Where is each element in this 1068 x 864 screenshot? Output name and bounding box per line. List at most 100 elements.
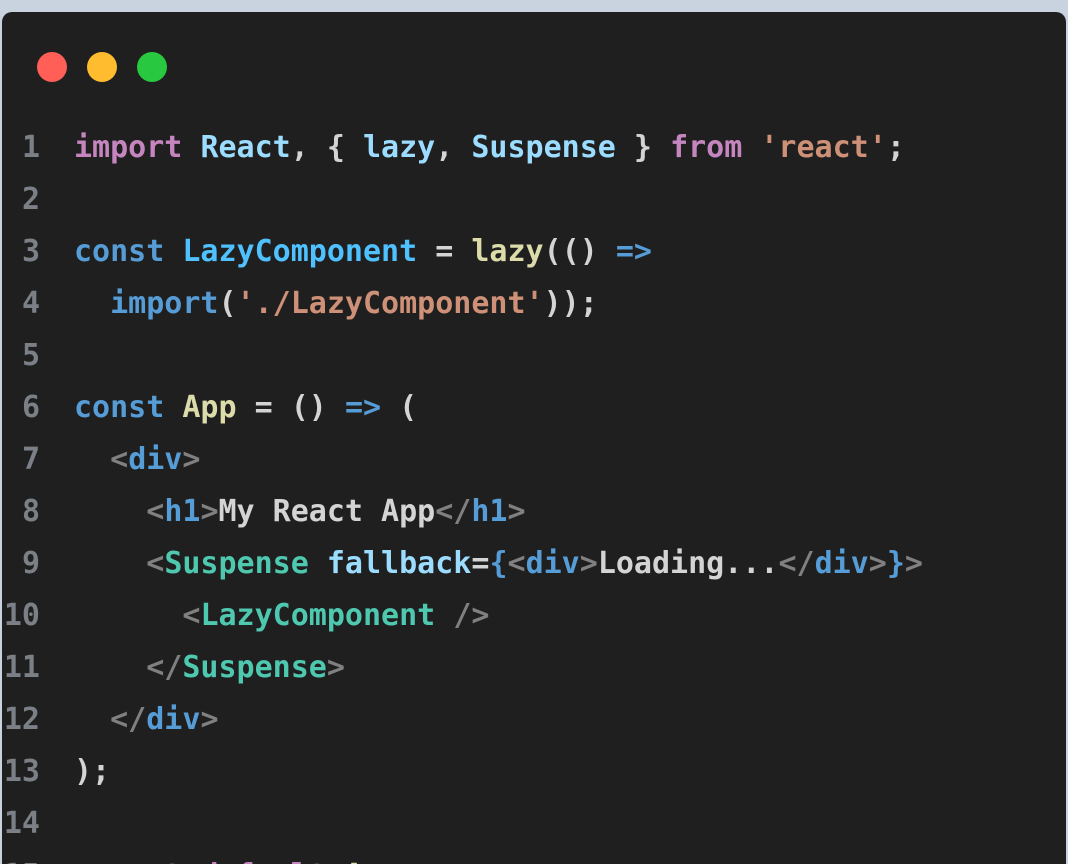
line-code: </div>: [74, 694, 219, 746]
code-token: lazy: [363, 130, 436, 165]
code-token: =>: [344, 390, 382, 425]
code-token: <: [182, 598, 201, 633]
code-token: default: [200, 858, 326, 864]
line-code: );: [74, 746, 110, 798]
code-token: </: [778, 546, 815, 581]
code-token: }: [886, 546, 905, 581]
code-line: 1 import React, { lazy, Suspense } from '…: [2, 122, 1066, 174]
code-token: from: [670, 130, 743, 165]
code-token: div: [525, 546, 580, 581]
code-line: 10 <LazyComponent />: [2, 590, 1066, 642]
code-token: ;: [886, 130, 905, 165]
code-token: h1: [471, 494, 508, 529]
code-line: 4 import('./LazyComponent'));: [2, 278, 1066, 330]
code-token: }: [615, 130, 671, 165]
line-number: 8: [21, 494, 40, 529]
code-line: 11 </Suspense>: [2, 642, 1066, 694]
code-token: LazyComponent: [200, 598, 436, 633]
code-token: </: [435, 494, 472, 529]
code-token: >: [200, 494, 219, 529]
code-token: {: [489, 546, 508, 581]
code-token: ;: [399, 858, 417, 864]
code-token: LazyComponent: [182, 234, 418, 269]
line-code: <Suspense fallback={<div>Loading...</div…: [74, 538, 923, 590]
code-token: 'react': [760, 130, 887, 165]
code-token: div: [128, 442, 183, 477]
line-number: 12: [3, 702, 40, 737]
code-window: 1 import React, { lazy, Suspense } from '…: [2, 12, 1066, 864]
code-token: , {: [290, 130, 363, 165]
maximize-button[interactable]: [137, 52, 167, 82]
code-line: 3 const LazyComponent = lazy(() =>: [2, 226, 1066, 278]
line-number: 15: [2, 850, 74, 864]
line-number: 14: [3, 806, 40, 841]
code-token: export: [74, 858, 182, 864]
code-editor[interactable]: 1 import React, { lazy, Suspense } from '…: [2, 122, 1066, 864]
line-code: export default App;: [74, 850, 417, 864]
code-line: 9 <Suspense fallback={<div>Loading...</d…: [2, 538, 1066, 590]
code-line: 15export default App;: [2, 850, 1066, 864]
line-code: </Suspense>: [74, 642, 345, 694]
code-token: const: [74, 234, 165, 269]
code-token: App: [182, 390, 237, 425]
code-token: >: [904, 546, 923, 581]
line-number: 11: [3, 650, 40, 685]
code-token: <: [146, 494, 165, 529]
code-token: div: [146, 702, 201, 737]
line-code: <div>: [74, 434, 200, 486]
code-token: =: [471, 546, 490, 581]
code-line: 7 <div>: [2, 434, 1066, 486]
code-token: (: [381, 390, 418, 425]
code-token: ((): [543, 234, 616, 269]
line-number: 4: [21, 286, 40, 321]
code-token: <: [507, 546, 526, 581]
line-code: import('./LazyComponent'));: [74, 278, 598, 330]
code-token: fallback: [326, 546, 472, 581]
code-token: div: [814, 546, 869, 581]
code-token: />: [453, 598, 490, 633]
code-token: );: [74, 754, 111, 789]
code-token: = (): [236, 390, 345, 425]
code-token: </: [146, 650, 183, 685]
code-token: h1: [164, 494, 201, 529]
line-code: const App = () => (: [74, 382, 417, 434]
code-token: import: [110, 286, 219, 321]
code-token: >: [507, 494, 526, 529]
code-line: 14: [2, 798, 1066, 850]
line-number: 13: [3, 754, 40, 789]
code-token: =: [417, 234, 472, 269]
code-token: >: [182, 442, 201, 477]
code-token: Suspense: [182, 650, 327, 685]
code-token: import: [74, 130, 183, 165]
line-code: <h1>My React App</h1>: [74, 486, 526, 538]
close-button[interactable]: [37, 52, 67, 82]
line-number: 3: [21, 234, 40, 269]
code-token: './LazyComponent': [236, 286, 544, 321]
code-line: 6 const App = () => (: [2, 382, 1066, 434]
code-token: Suspense: [164, 546, 309, 581]
code-token: >: [868, 546, 887, 581]
line-code: const LazyComponent = lazy(() =>: [74, 226, 652, 278]
code-line: 2: [2, 174, 1066, 226]
minimize-button[interactable]: [87, 52, 117, 82]
code-token: <: [110, 442, 129, 477]
line-code: <LazyComponent />: [74, 590, 489, 642]
code-line: 8 <h1>My React App</h1>: [2, 486, 1066, 538]
line-code: import React, { lazy, Suspense } from 'r…: [74, 122, 905, 174]
code-token: >: [200, 702, 219, 737]
code-line: 5: [2, 330, 1066, 382]
code-token: const: [74, 390, 165, 425]
code-token: lazy: [471, 234, 544, 269]
line-number: 2: [21, 182, 40, 217]
line-number: 6: [21, 390, 40, 425]
code-token: <: [146, 546, 165, 581]
